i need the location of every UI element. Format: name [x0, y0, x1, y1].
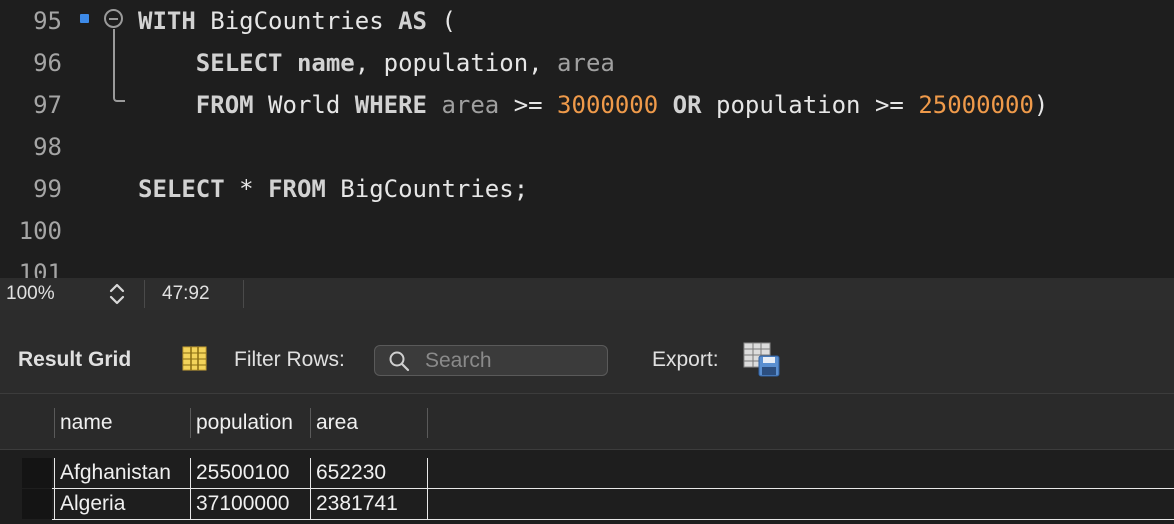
line-number: 95 [33, 7, 62, 35]
row-divider [52, 488, 1174, 489]
code-token: area [441, 91, 500, 119]
column-header-end [427, 408, 433, 438]
table-cell[interactable]: Algeria [54, 489, 190, 519]
code-line[interactable]: 96 SELECT name, population, area [0, 42, 1174, 84]
status-separator [243, 280, 244, 308]
status-separator [144, 280, 145, 308]
column-header-area[interactable]: area [310, 408, 427, 438]
code-token: population >= [701, 91, 919, 119]
column-header-name[interactable]: name [54, 408, 190, 438]
table-cell[interactable]: 2381741 [310, 489, 427, 519]
code-line[interactable]: 101 [0, 252, 1174, 278]
result-toolbar: Result Grid Filter Rows: Export: [0, 310, 1174, 393]
code-text: WITH BigCountries AS ( [138, 0, 456, 42]
grid-right-border [427, 489, 428, 519]
code-token: FROM [268, 175, 326, 203]
result-grid-table[interactable]: name population area Afghanistan 25500100 65… [0, 393, 1174, 524]
code-token: ) [1033, 91, 1049, 119]
code-token: SELECT [195, 49, 283, 77]
row-selector[interactable] [22, 458, 52, 488]
table-row[interactable]: Afghanistan 25500100 652230 [0, 458, 1174, 488]
code-token: , population, [354, 49, 558, 77]
code-line[interactable]: 95 WITH BigCountries AS ( [0, 0, 1174, 42]
grid-right-border [427, 458, 428, 488]
code-line[interactable]: 97 FROM World WHERE area >= 3000000 OR p… [0, 84, 1174, 126]
code-token: WHERE [354, 91, 427, 119]
line-number: 100 [18, 217, 62, 245]
table-cell[interactable]: 37100000 [190, 489, 310, 519]
grid-header-row: name population area [0, 394, 1174, 450]
code-token: BigCountries [195, 7, 399, 35]
result-grid-view-icon[interactable] [182, 346, 207, 371]
zoom-level: 100% [6, 283, 55, 304]
code-line[interactable]: 100 [0, 210, 1174, 252]
filter-rows-label: Filter Rows: [234, 348, 345, 371]
line-number: 96 [33, 49, 62, 77]
line-number: 99 [33, 175, 62, 203]
table-cell[interactable]: 652230 [310, 458, 427, 488]
filter-search-input[interactable] [425, 348, 600, 373]
code-line[interactable]: 98 [0, 126, 1174, 168]
column-header-population[interactable]: population [190, 408, 310, 438]
table-cell[interactable]: Afghanistan [54, 458, 190, 488]
code-token: 3000000 [557, 91, 659, 119]
code-token: SELECT [138, 175, 225, 203]
code-token: * [224, 175, 269, 203]
app-window: 95 WITH BigCountries AS (96 SELECT name, … [0, 0, 1174, 524]
code-token: OR [672, 91, 702, 119]
code-token: BigCountries; [325, 175, 529, 203]
code-text: SELECT * FROM BigCountries; [138, 168, 528, 210]
code-token: FROM [195, 91, 254, 119]
code-token: AS [398, 7, 427, 35]
export-table-icon[interactable] [743, 342, 781, 378]
filter-search-box[interactable] [374, 345, 608, 376]
code-text: SELECT name, population, area [138, 42, 615, 84]
code-token: WITH [138, 7, 196, 35]
code-token: World [253, 91, 355, 119]
table-cell[interactable]: 25500100 [190, 458, 310, 488]
result-grid-label: Result Grid [18, 348, 132, 371]
code-token: area [557, 49, 615, 77]
cursor-position: 47:92 [162, 283, 210, 304]
code-token: name [296, 49, 355, 77]
row-divider [52, 519, 1174, 520]
line-number: 97 [33, 91, 62, 119]
code-token: ( [427, 7, 456, 35]
line-number: 98 [33, 133, 62, 161]
line-number: 101 [18, 259, 62, 278]
editor-status-bar: 100% 47:92 [0, 278, 1174, 310]
row-selector[interactable] [22, 489, 52, 519]
zoom-stepper-icon[interactable] [106, 281, 128, 307]
code-text: FROM World WHERE area >= 3000000 OR popu… [138, 84, 1049, 126]
code-token: >= [499, 91, 558, 119]
sql-editor[interactable]: 95 WITH BigCountries AS (96 SELECT name, … [0, 0, 1174, 278]
search-icon [389, 351, 410, 372]
code-line[interactable]: 99 SELECT * FROM BigCountries; [0, 168, 1174, 210]
table-row[interactable]: Algeria 37100000 2381741 [0, 489, 1174, 519]
export-label: Export: [652, 348, 719, 371]
code-token: 25000000 [918, 91, 1034, 119]
